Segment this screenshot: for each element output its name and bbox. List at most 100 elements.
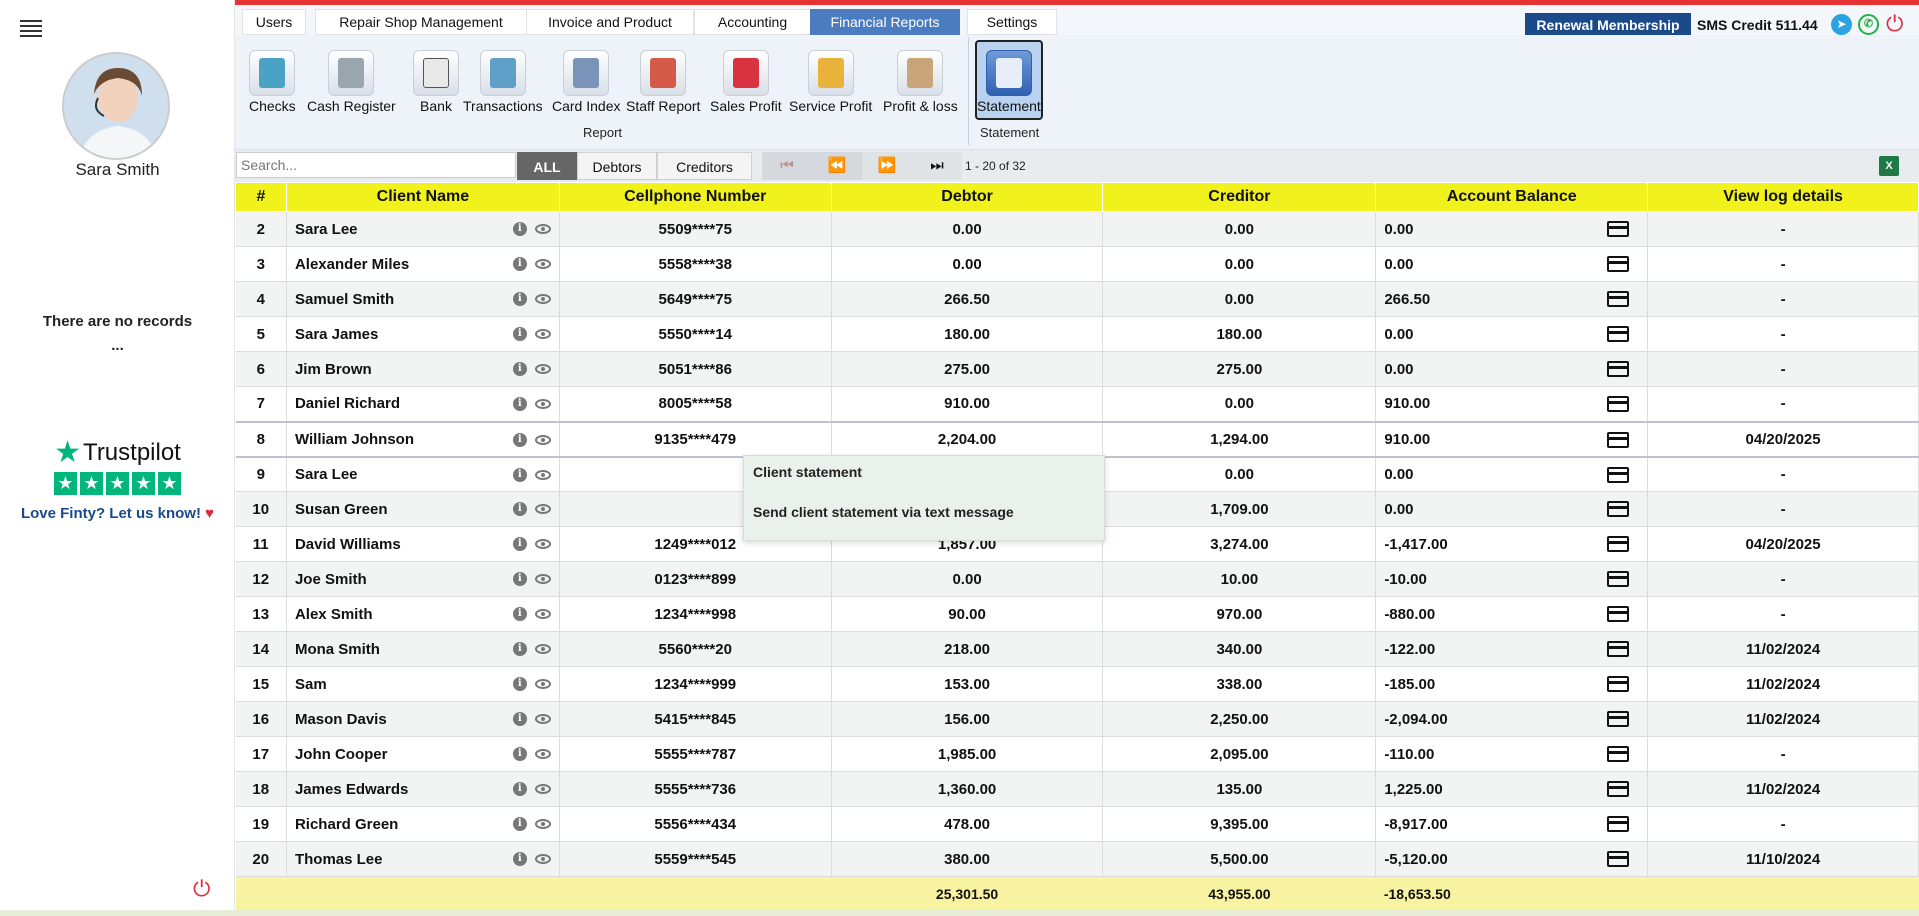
table-row[interactable]: 17 John Cooper i 5555****787 1,985.00 2,095.0… bbox=[235, 736, 1919, 772]
statement-card-icon[interactable] bbox=[1607, 851, 1630, 867]
statement-card-icon[interactable] bbox=[1607, 396, 1630, 412]
info-icon[interactable]: i bbox=[512, 642, 527, 656]
tab-invoice-and-product[interactable]: Invoice and Product bbox=[526, 9, 694, 35]
tool-sales-profit[interactable]: Sales Profit bbox=[710, 50, 782, 114]
statement-card-icon[interactable] bbox=[1607, 816, 1630, 832]
eye-icon[interactable] bbox=[534, 434, 551, 445]
renewal-membership-button[interactable]: Renewal Membership bbox=[1525, 13, 1691, 37]
eye-icon[interactable] bbox=[534, 574, 551, 584]
info-icon[interactable]: i bbox=[512, 852, 527, 866]
eye-icon[interactable] bbox=[534, 714, 551, 724]
eye-icon[interactable] bbox=[534, 294, 551, 304]
statement-card-icon[interactable] bbox=[1607, 361, 1630, 377]
tool-transactions[interactable]: Transactions bbox=[463, 50, 543, 114]
info-icon[interactable]: i bbox=[512, 292, 527, 306]
statement-card-icon[interactable] bbox=[1607, 641, 1630, 657]
info-icon[interactable]: i bbox=[512, 607, 527, 621]
eye-icon[interactable] bbox=[534, 224, 551, 234]
eye-icon[interactable] bbox=[534, 854, 551, 864]
info-icon[interactable]: i bbox=[512, 502, 527, 516]
tool-card-index[interactable]: Card Index bbox=[552, 50, 620, 114]
eye-icon[interactable] bbox=[534, 539, 551, 549]
statement-card-icon[interactable] bbox=[1607, 746, 1630, 762]
trustpilot-widget[interactable]: ★ Trustpilot ★ ★ ★ ★ ★ Love Finty? Let us kno… bbox=[0, 438, 235, 523]
info-icon[interactable]: i bbox=[512, 467, 527, 482]
tab-repair-shop-management[interactable]: Repair Shop Management bbox=[315, 9, 527, 35]
statement-card-icon[interactable] bbox=[1607, 711, 1630, 727]
table-row[interactable]: 19 Richard Green i 5556****434 478.00 9,395.0… bbox=[235, 806, 1919, 842]
table-row[interactable]: 3 Alexander Miles i 5558****38 0.00 0.00 0.00 - bbox=[235, 246, 1919, 282]
statement-card-icon[interactable] bbox=[1607, 536, 1630, 552]
logout-power-icon[interactable]: ⏻ bbox=[1886, 11, 1903, 37]
info-icon[interactable]: i bbox=[512, 537, 527, 551]
eye-icon[interactable] bbox=[534, 749, 551, 759]
power-icon[interactable]: ⏻ bbox=[193, 876, 210, 902]
info-icon[interactable]: i bbox=[512, 397, 527, 411]
info-icon[interactable]: i bbox=[512, 747, 527, 761]
filter-creditors-button[interactable]: Creditors bbox=[657, 152, 752, 180]
statement-card-icon[interactable] bbox=[1607, 606, 1630, 622]
header-view-log[interactable]: View log details bbox=[1647, 182, 1919, 212]
tool-profit-loss[interactable]: Profit & loss bbox=[883, 50, 958, 114]
table-row[interactable]: 16 Mason Davis i 5415****845 156.00 2,250.00 -… bbox=[235, 701, 1919, 737]
statement-card-icon[interactable] bbox=[1607, 676, 1630, 692]
info-icon[interactable]: i bbox=[512, 432, 527, 447]
table-row[interactable]: 18 James Edwards i 5555****736 1,360.00 135.0… bbox=[235, 771, 1919, 807]
next-page-icon[interactable]: ⏩ bbox=[862, 152, 912, 180]
filter-all-button[interactable]: ALL bbox=[517, 152, 577, 180]
info-icon[interactable]: i bbox=[512, 817, 527, 831]
search-input[interactable] bbox=[236, 152, 516, 178]
statement-card-icon[interactable] bbox=[1607, 326, 1630, 342]
eye-icon[interactable] bbox=[534, 819, 551, 829]
filter-debtors-button[interactable]: Debtors bbox=[577, 152, 657, 180]
header-client-name[interactable]: Client Name bbox=[285, 182, 560, 212]
tool-bank[interactable]: Bank bbox=[413, 50, 459, 114]
info-icon[interactable]: i bbox=[512, 257, 527, 271]
tool-staff-report[interactable]: Staff Report bbox=[626, 50, 700, 114]
eye-icon[interactable] bbox=[534, 644, 551, 654]
eye-icon[interactable] bbox=[534, 259, 551, 269]
info-icon[interactable]: i bbox=[512, 572, 527, 586]
first-page-icon[interactable]: ⏮ bbox=[762, 152, 812, 180]
info-icon[interactable]: i bbox=[512, 327, 527, 341]
menu-icon[interactable] bbox=[20, 20, 42, 38]
table-row[interactable]: 13 Alex Smith i 1234****998 90.00 970.00 -880.… bbox=[235, 596, 1919, 632]
eye-icon[interactable] bbox=[534, 329, 551, 339]
eye-icon[interactable] bbox=[534, 399, 551, 409]
info-icon[interactable]: i bbox=[512, 222, 527, 236]
tool-cash-register[interactable]: Cash Register bbox=[307, 50, 396, 114]
send-statement-text-option[interactable]: Send client statement via text message bbox=[744, 496, 1104, 536]
telegram-icon[interactable]: ➤ bbox=[1831, 14, 1852, 35]
statement-card-icon[interactable] bbox=[1607, 291, 1630, 307]
table-row[interactable]: 5 Sara James i 5550****14 180.00 180.00 0.00 - bbox=[235, 316, 1919, 352]
eye-icon[interactable] bbox=[534, 504, 551, 514]
table-row[interactable]: 6 Jim Brown i 5051****86 275.00 275.00 0.00 - bbox=[235, 351, 1919, 387]
tab-users[interactable]: Users bbox=[242, 9, 306, 35]
excel-export-icon[interactable]: X bbox=[1879, 156, 1899, 176]
header-cellphone[interactable]: Cellphone Number bbox=[558, 182, 832, 212]
eye-icon[interactable] bbox=[534, 679, 551, 689]
prev-page-icon[interactable]: ⏪ bbox=[812, 152, 862, 180]
tool-statement[interactable]: Statement bbox=[977, 50, 1041, 114]
statement-card-icon[interactable] bbox=[1607, 466, 1630, 483]
info-icon[interactable]: i bbox=[512, 782, 527, 796]
header-debtor[interactable]: Debtor bbox=[830, 182, 1104, 212]
eye-icon[interactable] bbox=[534, 469, 551, 480]
eye-icon[interactable] bbox=[534, 609, 551, 619]
statement-card-icon[interactable] bbox=[1607, 781, 1630, 797]
last-page-icon[interactable]: ⏭ bbox=[912, 152, 962, 180]
tab-settings[interactable]: Settings bbox=[967, 9, 1057, 35]
header-account-balance[interactable]: Account Balance bbox=[1375, 182, 1649, 212]
table-row[interactable]: 15 Sam i 1234****999 153.00 338.00 -185.00 11/0… bbox=[235, 666, 1919, 702]
table-row[interactable]: 8 William Johnson i 9135****479 2,204.00 1,29… bbox=[235, 420, 1919, 458]
table-row[interactable]: 4 Samuel Smith i 5649****75 266.50 0.00 266.50… bbox=[235, 281, 1919, 317]
header-creditor[interactable]: Creditor bbox=[1102, 182, 1377, 212]
table-row[interactable]: 7 Daniel Richard i 8005****58 910.00 0.00 910.… bbox=[235, 386, 1919, 422]
info-icon[interactable]: i bbox=[512, 712, 527, 726]
statement-card-icon[interactable] bbox=[1607, 256, 1630, 272]
statement-card-icon[interactable] bbox=[1607, 571, 1630, 587]
table-row[interactable]: 20 Thomas Lee i 5559****545 380.00 5,500.00 -5… bbox=[235, 841, 1919, 877]
whatsapp-icon[interactable]: ✆ bbox=[1858, 14, 1879, 35]
statement-card-icon[interactable] bbox=[1607, 501, 1630, 517]
table-row[interactable]: 12 Joe Smith i 0123****899 0.00 10.00 -10.00 - bbox=[235, 561, 1919, 597]
